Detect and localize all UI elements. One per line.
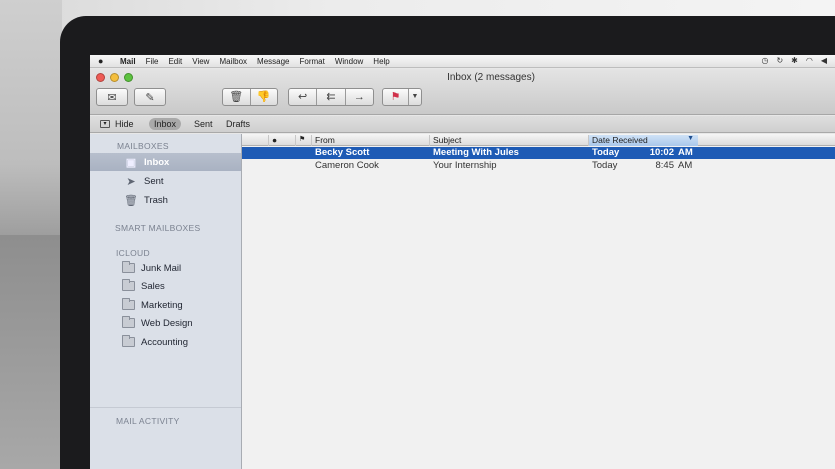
sidebar-toggle-icon: ▾ <box>100 120 110 128</box>
column-from[interactable]: From <box>311 135 429 146</box>
column-header: ● ⚑ From Subject Date Received ▼ <box>242 134 835 146</box>
flag-group: ⚑ ▼ <box>382 88 422 106</box>
column-date-label: Date Received <box>592 135 648 145</box>
folder-icon <box>121 261 135 274</box>
column-subject[interactable]: Subject <box>429 135 588 146</box>
compose-icon: ✎ <box>145 91 155 104</box>
message-list: ● ⚑ From Subject Date Received ▼ Becky S… <box>242 134 835 469</box>
sidebar-item-trash[interactable]: 🗑 Trash <box>90 191 241 209</box>
flag-column-icon[interactable]: ⚑ <box>295 135 311 146</box>
favorites-bar: ▾ Hide Inbox Sent Drafts <box>90 116 835 133</box>
sidebar-item-label: Marketing <box>141 299 183 311</box>
sidebar-item-label: Inbox <box>144 156 170 168</box>
reply-all-icon[interactable]: ⇇ <box>317 89 346 105</box>
status-icons: ◷ ↻ ✱ ◠ ◀ <box>761 56 827 65</box>
bluetooth-icon[interactable]: ✱ <box>791 56 798 65</box>
sidebar-item-sent[interactable]: ➤ Sent <box>90 172 241 190</box>
message-subject: Your Internship <box>433 160 497 171</box>
message-from: Becky Scott <box>315 147 370 158</box>
sidebar-item-label: Sales <box>141 280 165 292</box>
menu-mail[interactable]: Mail <box>120 57 136 66</box>
smart-mailboxes-header[interactable]: SMART MAILBOXES <box>115 223 200 233</box>
sidebar-item-web-design[interactable]: Web Design <box>90 314 241 332</box>
mail-screen: ● Mail File Edit View Mailbox Message Fo… <box>90 55 835 469</box>
folder-icon <box>121 335 135 348</box>
menu-window[interactable]: Window <box>335 57 363 66</box>
backdrop-box <box>0 235 62 469</box>
time-machine-icon[interactable]: ◷ <box>761 56 768 65</box>
menu-help[interactable]: Help <box>373 57 389 66</box>
mail-activity-header: MAIL ACTIVITY <box>116 416 180 426</box>
sidebar-item-accounting[interactable]: Accounting <box>90 333 241 351</box>
apple-menu-icon[interactable]: ● <box>98 56 108 66</box>
folder-icon <box>121 279 135 292</box>
reply-icon[interactable]: ↩ <box>289 89 318 105</box>
table-row[interactable]: Cameron Cook Your Internship Today 8:45 … <box>242 160 835 172</box>
toolbar: Inbox (2 messages) ✉ ✎ 🗑 👎 ↩ ⇇ → ⚑ ▼ <box>90 69 835 115</box>
menu-message[interactable]: Message <box>257 57 289 66</box>
menu-view[interactable]: View <box>192 57 209 66</box>
sidebar-item-junk-mail[interactable]: Junk Mail <box>90 259 241 277</box>
sidebar-item-label: Sent <box>144 175 164 187</box>
trash-icon[interactable]: 🗑 <box>223 89 251 105</box>
message-date: Today <box>592 160 618 171</box>
sidebar-item-marketing[interactable]: Marketing <box>90 296 241 314</box>
sidebar-item-label: Web Design <box>141 317 193 329</box>
sidebar-item-sales[interactable]: Sales <box>90 277 241 295</box>
sidebar-item-label: Trash <box>144 194 168 206</box>
menu-bar: ● Mail File Edit View Mailbox Message Fo… <box>90 55 835 68</box>
fav-sent[interactable]: Sent <box>194 119 213 129</box>
envelope-icon: ✉ <box>107 91 117 104</box>
menu-file[interactable]: File <box>146 57 159 66</box>
forward-icon[interactable]: → <box>346 89 373 105</box>
message-time: 10:02 <box>649 147 674 158</box>
folder-icon <box>121 316 135 329</box>
menu-edit[interactable]: Edit <box>168 57 182 66</box>
sidebar-item-inbox[interactable]: ▣ Inbox <box>90 153 241 171</box>
wifi-icon[interactable]: ◠ <box>806 56 813 65</box>
message-ampm: AM <box>678 147 693 158</box>
table-row[interactable]: Becky Scott Meeting With Jules Today 10:… <box>242 147 835 159</box>
trash-icon: 🗑 <box>124 194 138 207</box>
message-time: 8:45 <box>655 160 675 171</box>
get-mail-button[interactable]: ✉ <box>96 88 128 106</box>
paper-plane-icon: ➤ <box>126 175 136 188</box>
unread-column-icon[interactable]: ● <box>268 135 295 146</box>
icloud-header[interactable]: ICLOUD <box>116 248 150 258</box>
message-from: Cameron Cook <box>315 160 379 171</box>
menu-format[interactable]: Format <box>300 57 325 66</box>
sidebar-item-label: Accounting <box>141 336 189 348</box>
column-date-received[interactable]: Date Received ▼ <box>588 135 698 146</box>
message-subject: Meeting With Jules <box>433 147 519 158</box>
mailboxes-header[interactable]: MAILBOXES <box>117 141 169 151</box>
reply-group: ↩ ⇇ → <box>288 88 374 106</box>
mail-activity-panel: MAIL ACTIVITY <box>90 407 241 469</box>
junk-icon[interactable]: 👎 <box>251 89 278 105</box>
message-date: Today <box>592 147 620 158</box>
message-ampm: AM <box>678 160 693 171</box>
hide-sidebar-button[interactable]: ▾ Hide <box>100 119 134 129</box>
folder-icon <box>121 298 135 311</box>
sidebar: MAILBOXES ▣ Inbox ➤ Sent 🗑 Trash SMART M… <box>90 134 242 469</box>
sidebar-item-label: Junk Mail <box>141 262 182 274</box>
inbox-icon: ▣ <box>125 156 137 169</box>
delete-junk-group: 🗑 👎 <box>222 88 278 106</box>
sync-icon[interactable]: ↻ <box>776 56 783 65</box>
volume-icon[interactable]: ◀ <box>821 56 827 65</box>
compose-button[interactable]: ✎ <box>134 88 166 106</box>
fav-drafts[interactable]: Drafts <box>226 119 250 129</box>
window-title: Inbox (2 messages) <box>447 72 535 83</box>
sort-descending-icon: ▼ <box>687 135 694 142</box>
menu-mailbox[interactable]: Mailbox <box>219 57 247 66</box>
hide-label: Hide <box>115 119 134 129</box>
chevron-down-icon[interactable]: ▼ <box>409 89 421 105</box>
flag-icon[interactable]: ⚑ <box>383 89 409 105</box>
fav-inbox[interactable]: Inbox <box>149 118 182 130</box>
